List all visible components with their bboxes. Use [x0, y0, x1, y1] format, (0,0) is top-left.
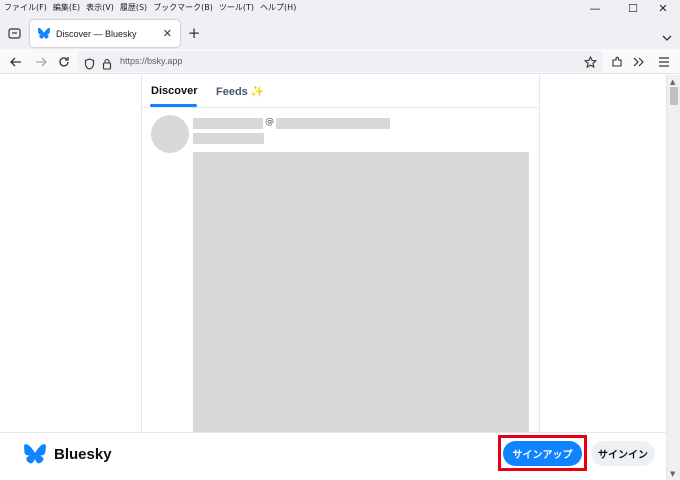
- avatar[interactable]: [151, 115, 189, 153]
- menu-file[interactable]: ファイル(F): [4, 2, 47, 13]
- menu-help[interactable]: ヘルプ(H): [260, 2, 296, 13]
- lock-icon[interactable]: [102, 55, 112, 74]
- tab-list-icon[interactable]: [6, 25, 22, 41]
- active-tab-indicator: [150, 104, 197, 107]
- bluesky-logo[interactable]: Bluesky: [24, 444, 112, 464]
- sparkle-icon: ✨: [250, 86, 265, 98]
- tracking-shield-icon[interactable]: [84, 55, 95, 74]
- bottom-bar: Bluesky サインアップ サインイン: [0, 432, 666, 480]
- hamburger-menu-icon[interactable]: [656, 54, 672, 70]
- url-text: https://bsky.app: [120, 56, 183, 66]
- menu-history[interactable]: 履歴(S): [120, 2, 147, 13]
- left-column-divider: [141, 75, 142, 435]
- post-text-placeholder: [193, 133, 264, 144]
- tab-title: Discover — Bluesky: [56, 28, 137, 39]
- menu-bookmarks[interactable]: ブックマーク(B): [153, 2, 213, 13]
- handle-placeholder: [276, 118, 390, 129]
- chevron-down-icon[interactable]: [662, 27, 672, 46]
- menu-tools[interactable]: ツール(T): [219, 2, 254, 13]
- menu-bar: ファイル(F) 編集(E) 表示(V) 履歴(S) ブックマーク(B) ツール(…: [0, 0, 680, 17]
- post-image-placeholder[interactable]: [193, 152, 529, 452]
- back-arrow-icon[interactable]: [8, 54, 24, 70]
- bluesky-butterfly-icon: [24, 444, 46, 464]
- address-bar[interactable]: https://bsky.app: [78, 51, 603, 72]
- brand-name: Bluesky: [54, 445, 112, 463]
- menu-edit[interactable]: 編集(E): [53, 2, 80, 13]
- menu-list: ファイル(F) 編集(E) 表示(V) 履歴(S) ブックマーク(B) ツール(…: [4, 2, 296, 13]
- scroll-up-arrow-icon[interactable]: ▲: [670, 78, 675, 86]
- minimize-button[interactable]: —: [578, 0, 612, 17]
- signup-button[interactable]: サインアップ: [503, 441, 582, 466]
- tab-strip: Discover — Bluesky ✕ +: [0, 17, 680, 49]
- tab-discover-bluesky[interactable]: Discover — Bluesky ✕: [30, 20, 180, 47]
- scroll-down-arrow-icon[interactable]: ▼: [670, 470, 675, 478]
- tab-feeds[interactable]: Feeds ✨: [216, 85, 265, 98]
- forward-arrow-icon[interactable]: [33, 54, 49, 70]
- navigation-bar: https://bsky.app: [0, 49, 680, 74]
- display-name-placeholder: [193, 118, 263, 129]
- right-column-divider: [539, 75, 540, 435]
- tab-close-icon[interactable]: ✕: [163, 27, 172, 40]
- page-content: Discover Feeds ✨ @: [0, 75, 666, 480]
- bluesky-butterfly-icon: [38, 28, 50, 39]
- maximize-button[interactable]: ☐: [616, 0, 650, 17]
- bookmark-star-icon[interactable]: [583, 54, 598, 73]
- reload-icon[interactable]: [56, 54, 72, 70]
- signin-button[interactable]: サインイン: [591, 441, 655, 466]
- handle-at-symbol: @: [265, 117, 274, 127]
- page-scrollbar[interactable]: ▲ ▼: [666, 75, 680, 480]
- new-tab-button[interactable]: +: [186, 24, 202, 42]
- tab-discover[interactable]: Discover: [151, 85, 197, 97]
- tab-feeds-label: Feeds: [216, 86, 248, 98]
- scrollbar-thumb[interactable]: [670, 87, 678, 105]
- feed-tabs: [141, 75, 539, 108]
- close-window-button[interactable]: ✕: [646, 0, 680, 17]
- menu-view[interactable]: 表示(V): [86, 2, 114, 13]
- extensions-icon[interactable]: [609, 54, 625, 70]
- overflow-chevrons-icon[interactable]: [631, 54, 647, 70]
